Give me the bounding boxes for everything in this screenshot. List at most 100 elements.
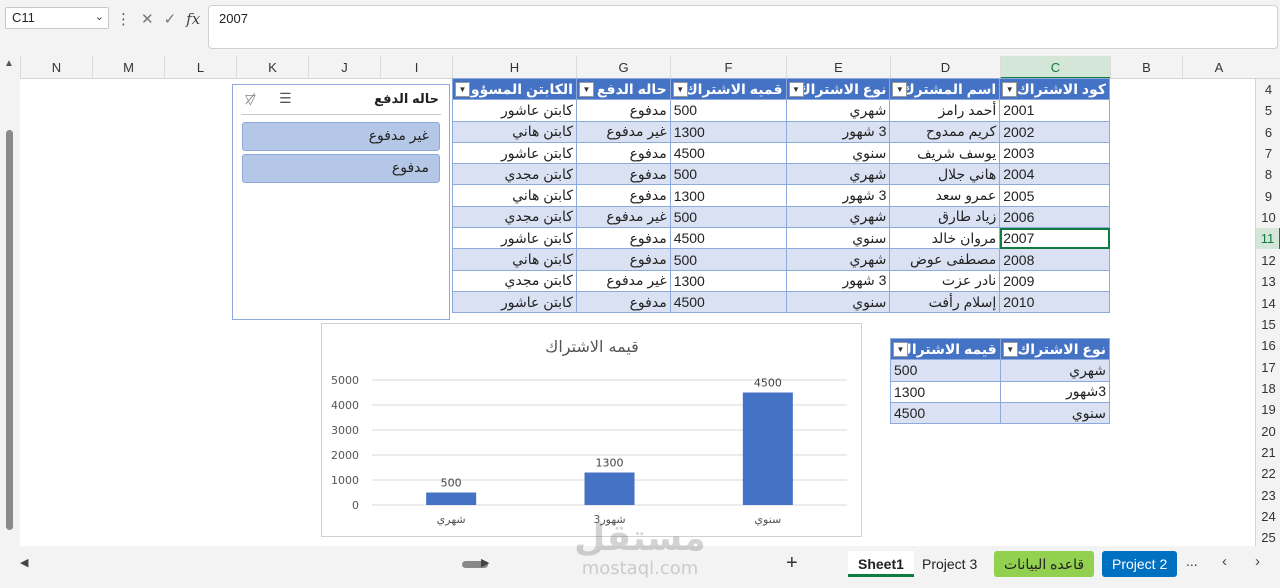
row-header[interactable]: 25 [1256, 527, 1280, 546]
table-cell[interactable]: 500 [669, 163, 787, 186]
bar[interactable] [742, 392, 793, 506]
table-cell[interactable]: 2009 [999, 269, 1110, 292]
table-cell[interactable]: 1300 [669, 120, 787, 143]
slicer-item-paid[interactable]: مدفوع [242, 154, 440, 183]
sheet-tab[interactable]: قاعده البيانات [994, 551, 1095, 577]
insert-function-icon[interactable]: fx [186, 10, 200, 28]
table-cell[interactable]: 2001 [999, 99, 1110, 122]
table-cell[interactable]: 500 [890, 359, 1001, 382]
row-header[interactable]: 17 [1256, 357, 1280, 378]
worksheet-grid[interactable]: NMLKJIHGFEDCBA 4 5 6 7 8 9 10 11 12 13 14 15 16 17 18 1… [20, 56, 1280, 546]
column-header-g[interactable]: G [576, 56, 670, 79]
chevron-left-icon[interactable]: ‹ [1222, 553, 1227, 570]
table-cell[interactable]: غير مدفوع [575, 205, 671, 229]
table-cell[interactable]: مدفوع [575, 290, 671, 314]
table-cell[interactable]: زياد طارق [889, 205, 1001, 229]
table-cell[interactable]: مدفوع [575, 227, 671, 250]
table-cell[interactable]: 1300 [890, 380, 1001, 403]
table-cell[interactable]: 1300 [669, 184, 787, 207]
column-header-j[interactable]: J [308, 56, 380, 79]
table-cell[interactable]: أحمد رامز [889, 99, 1001, 122]
row-header[interactable]: 14 [1256, 293, 1280, 314]
table-cell[interactable]: كابتن عاشور [452, 290, 577, 314]
row-header[interactable]: 13 [1256, 271, 1280, 292]
table-cell[interactable]: 4500 [890, 401, 1001, 425]
row-header[interactable]: 4 [1256, 79, 1280, 100]
formula-input[interactable]: 2007 [208, 5, 1278, 49]
table-cell[interactable]: غير مدفوع [575, 269, 671, 292]
table-cell[interactable]: مدفوع [575, 184, 671, 207]
payment-status-slicer[interactable]: حاله الدفع ▽̸ ☰ غير مدفوع مدفوع [232, 84, 450, 320]
table-cell[interactable]: كابتن هاني [452, 248, 577, 271]
filter-dropdown-icon[interactable]: ▼ [892, 82, 908, 97]
slicer-item-unpaid[interactable]: غير مدفوع [242, 122, 440, 151]
table-cell[interactable]: 4500 [669, 227, 787, 250]
table-cell[interactable]: سنوي [785, 141, 891, 165]
table-cell[interactable]: كابتن عاشور [452, 99, 577, 122]
row-header[interactable]: 23 [1256, 485, 1280, 506]
table-cell[interactable]: 500 [669, 205, 787, 229]
table-cell[interactable]: كابتن عاشور [452, 141, 577, 165]
table-cell[interactable]: غير مدفوع [575, 120, 671, 143]
row-header[interactable]: 15 [1256, 314, 1280, 335]
table-cell[interactable]: إسلام رأفت [889, 290, 1001, 314]
table-cell[interactable]: سنوي [785, 290, 891, 314]
chevron-down-icon[interactable]: ⌄ [95, 10, 104, 23]
row-header[interactable]: 21 [1256, 442, 1280, 463]
filter-dropdown-icon[interactable]: ▼ [578, 82, 594, 97]
table-cell[interactable]: شهري [785, 99, 891, 122]
scroll-right-icon[interactable]: ▶ [481, 556, 489, 569]
sheet-tab[interactable]: Project 3 [912, 551, 987, 577]
filter-dropdown-icon[interactable]: ▼ [1002, 342, 1018, 357]
filter-dropdown-icon[interactable]: ▼ [455, 82, 470, 97]
sheet-tab[interactable]: Project 2 [1102, 551, 1178, 577]
column-header-n[interactable]: N [20, 56, 92, 79]
table-cell[interactable]: كابتن مجدي [452, 269, 577, 292]
table-cell[interactable]: 2006 [999, 205, 1110, 229]
column-header-l[interactable]: L [164, 56, 236, 79]
table-cell[interactable]: كريم ممدوح [889, 120, 1001, 143]
column-header-k[interactable]: K [236, 56, 308, 79]
enter-check-icon[interactable]: ✓ [164, 10, 177, 28]
vertical-scrollbar[interactable]: ▲ [0, 56, 20, 546]
bar[interactable] [584, 472, 635, 506]
table-cell[interactable]: مدفوع [575, 99, 671, 122]
bar[interactable] [426, 492, 477, 506]
table-cell[interactable]: سنوي [999, 401, 1111, 425]
table-cell[interactable]: 1300 [669, 269, 787, 292]
table-cell[interactable]: هاني جلال [889, 163, 1001, 186]
row-header[interactable]: 10 [1256, 207, 1280, 228]
filter-dropdown-icon[interactable]: ▼ [1002, 82, 1018, 97]
sheet-tab[interactable]: Sheet1 [848, 551, 914, 577]
table-cell[interactable]: شهري [785, 248, 891, 271]
row-header[interactable]: 20 [1256, 421, 1280, 442]
row-header[interactable]: 16 [1256, 335, 1280, 356]
table-cell[interactable]: كابتن عاشور [452, 227, 577, 250]
table-cell[interactable]: 3شهور [999, 380, 1111, 403]
table-cell[interactable]: 4500 [669, 141, 787, 165]
row-header[interactable]: 11 [1256, 228, 1280, 250]
column-header-m[interactable]: M [92, 56, 164, 79]
table-cell[interactable]: مدفوع [575, 248, 671, 271]
table-cell[interactable]: 500 [669, 248, 787, 271]
row-header[interactable]: 7 [1256, 143, 1280, 164]
table-cell[interactable]: 2008 [999, 248, 1110, 271]
scrollbar-thumb[interactable] [6, 130, 13, 530]
row-header[interactable]: 12 [1256, 250, 1280, 271]
column-header-h[interactable]: H [452, 56, 576, 79]
column-header-f[interactable]: F [670, 56, 786, 79]
table-cell[interactable]: 4500 [669, 290, 787, 314]
table-cell[interactable]: مدفوع [575, 163, 671, 186]
table-cell[interactable]: 3 شهور [785, 269, 891, 292]
name-box[interactable]: C11 ⌄ [5, 7, 109, 29]
table-cell[interactable]: كابتن مجدي [452, 163, 577, 186]
row-header[interactable]: 24 [1256, 506, 1280, 527]
table-cell[interactable]: كابتن هاني [452, 184, 577, 207]
column-header-e[interactable]: E [786, 56, 890, 79]
table-cell[interactable]: سنوي [785, 227, 891, 250]
table-cell[interactable]: 3 شهور [785, 120, 891, 143]
filter-dropdown-icon[interactable]: ▼ [893, 342, 908, 357]
table-cell[interactable]: 500 [669, 99, 787, 122]
chevron-right-icon[interactable]: › [1255, 553, 1260, 570]
table-cell[interactable]: مروان خالد [889, 227, 1001, 250]
